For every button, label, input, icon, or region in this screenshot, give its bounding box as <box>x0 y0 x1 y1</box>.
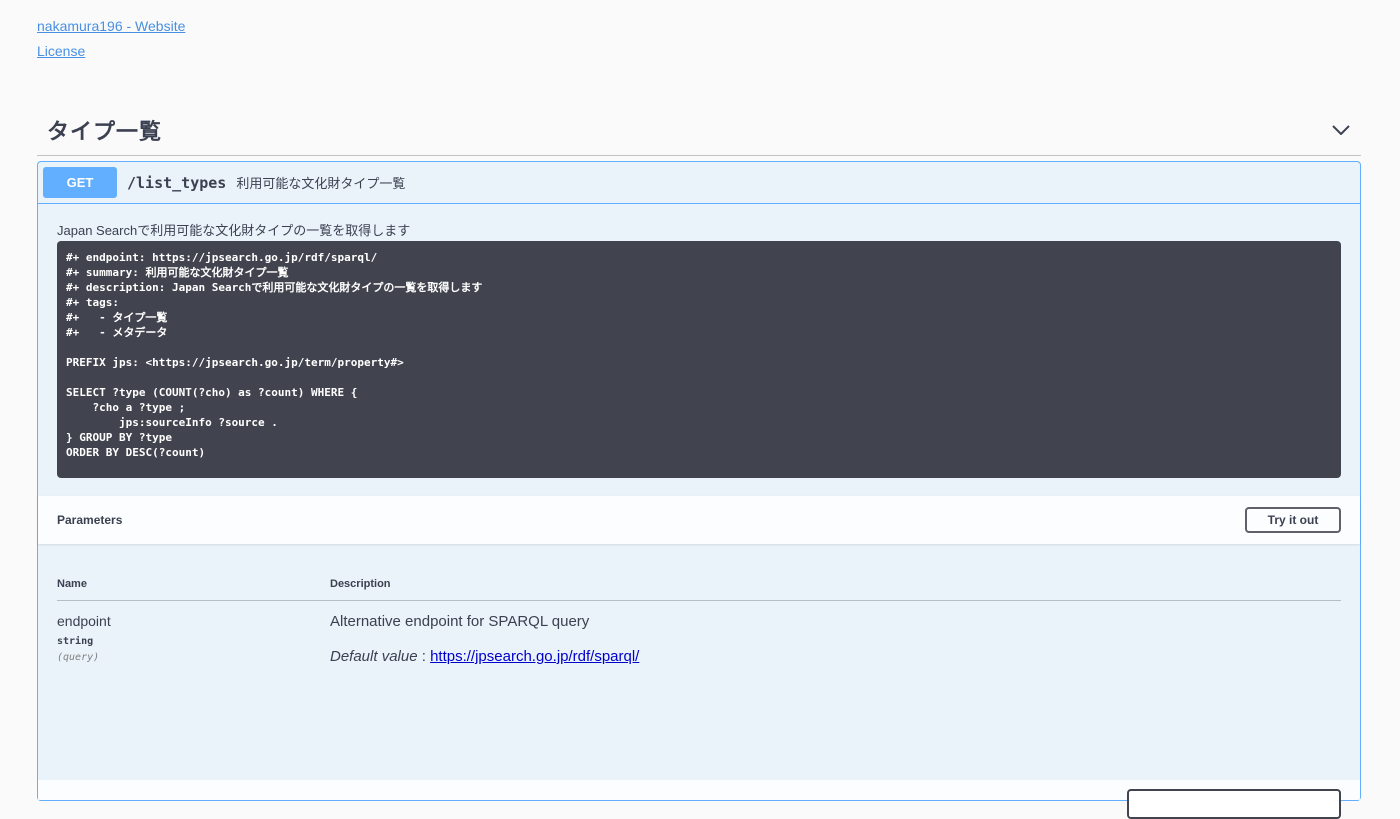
tag-section: タイプ一覧 GET /list_types 利用可能な文化財タイプ一覧 Japa… <box>37 104 1361 819</box>
default-value-label: Default value <box>330 648 418 665</box>
operation-summary[interactable]: GET /list_types 利用可能な文化財タイプ一覧 <box>38 162 1360 204</box>
website-link[interactable]: nakamura196 - Website <box>37 14 185 39</box>
operation-block: GET /list_types 利用可能な文化財タイプ一覧 Japan Sear… <box>37 161 1361 819</box>
parameters-table: Name Description endpoint string (query)… <box>57 568 1341 665</box>
default-value-link[interactable]: https://jpsearch.go.jp/rdf/sparql/ <box>430 648 639 665</box>
column-header-description: Description <box>330 578 391 590</box>
sparql-code-block: #+ endpoint: https://jpsearch.go.jp/rdf/… <box>57 241 1341 478</box>
try-it-out-button[interactable]: Try it out <box>1245 507 1341 533</box>
info-links: nakamura196 - Website License <box>37 14 185 64</box>
operation-path: /list_types <box>127 173 227 192</box>
tag-title: タイプ一覧 <box>47 118 163 144</box>
parameters-header: Parameters Try it out <box>38 496 1360 544</box>
parameter-row: endpoint string (query) Alternative endp… <box>57 601 1341 665</box>
chevron-down-icon[interactable] <box>1331 120 1351 140</box>
parameter-description-cell: Alternative endpoint for SPARQL query De… <box>330 613 639 665</box>
parameters-table-header: Name Description <box>57 568 1341 601</box>
method-badge: GET <box>43 167 117 198</box>
parameter-name: endpoint <box>57 613 111 629</box>
default-value-separator: : <box>417 648 431 665</box>
parameter-description: Alternative endpoint for SPARQL query <box>330 613 590 630</box>
parameter-location: (query) <box>57 652 100 663</box>
column-header-name: Name <box>57 578 87 590</box>
parameters-title: Parameters <box>57 513 123 527</box>
parameter-type: string <box>57 636 94 647</box>
parameter-default: Default value : https://jpsearch.go.jp/r… <box>330 648 639 665</box>
operation-summary-text: 利用可能な文化財タイプ一覧 <box>236 176 406 191</box>
responses-header-partial <box>38 780 1360 819</box>
media-type-select-partial[interactable] <box>1127 789 1341 819</box>
operation-description: Japan Searchで利用可能な文化財タイプの一覧を取得します <box>57 223 411 238</box>
license-link[interactable]: License <box>37 39 185 64</box>
parameter-name-cell: endpoint string (query) <box>57 613 330 665</box>
tag-header[interactable]: タイプ一覧 <box>37 104 1361 156</box>
